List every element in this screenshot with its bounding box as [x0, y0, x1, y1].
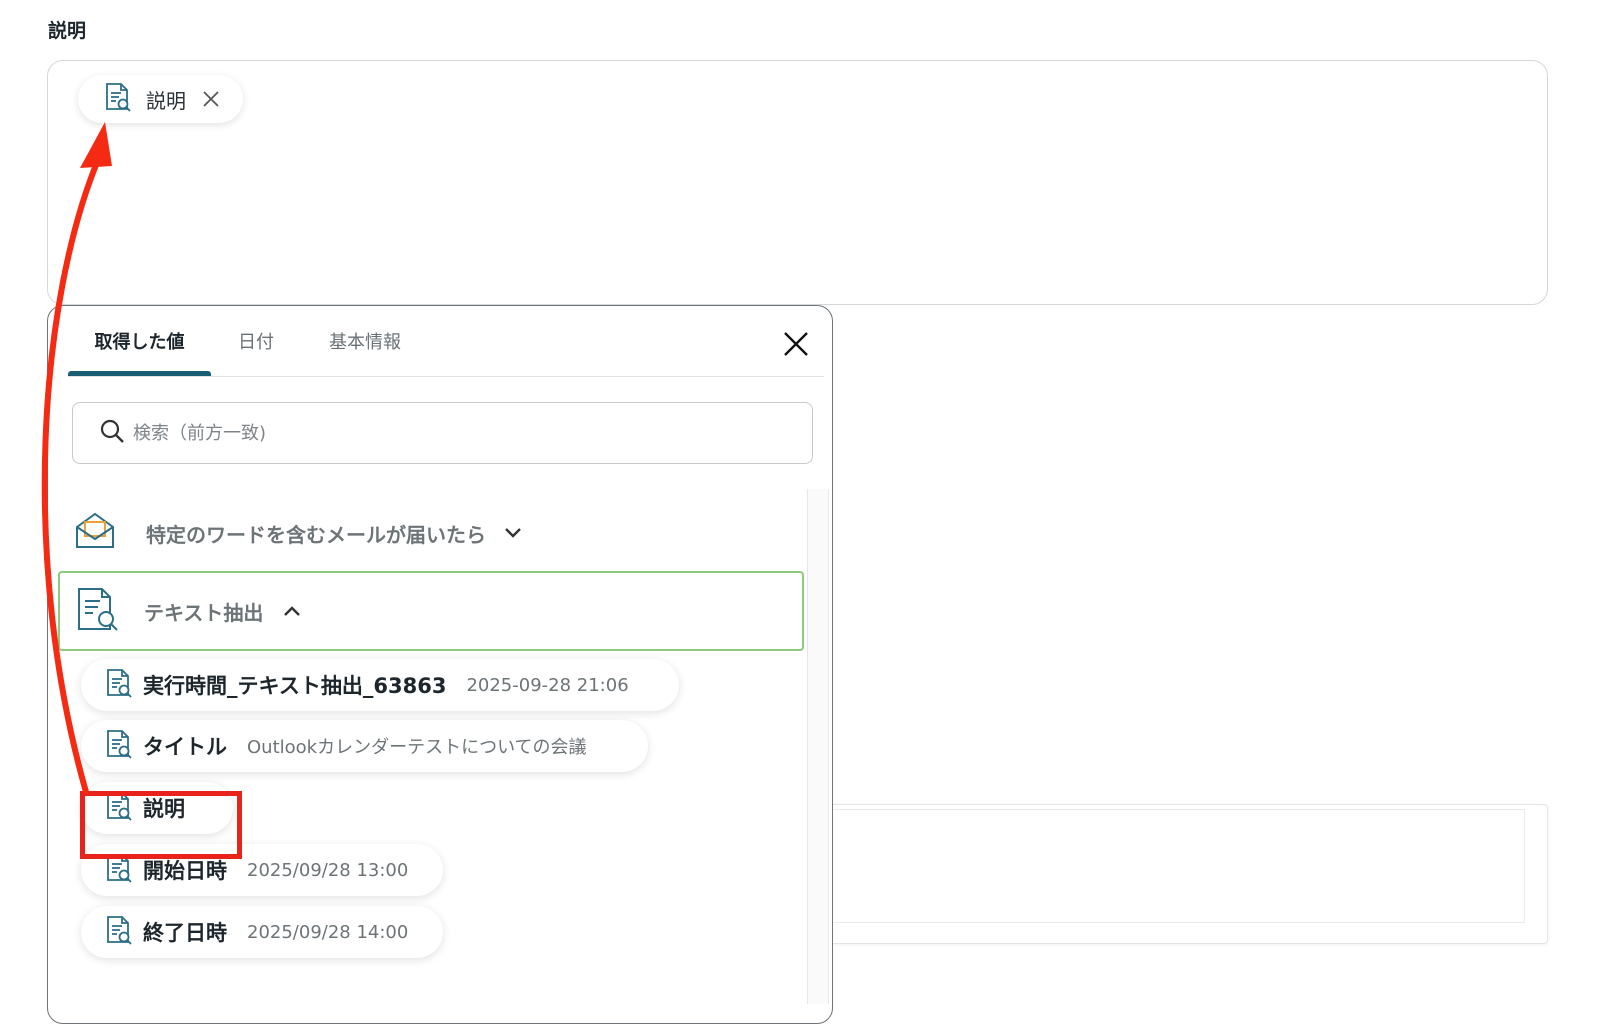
item-value: 2025/09/28 13:00	[247, 859, 409, 881]
tabs-divider	[68, 376, 824, 377]
group-mail-label: 特定のワードを含むメールが届いたら	[146, 522, 486, 547]
document-search-icon	[105, 853, 133, 887]
description-input-area[interactable]	[47, 60, 1548, 305]
document-search-icon	[105, 915, 133, 949]
item-name: 実行時間_テキスト抽出_63863	[143, 674, 447, 698]
group-text-extraction[interactable]: テキスト抽出	[58, 571, 804, 651]
scrollbar[interactable]	[807, 489, 829, 1004]
search-box[interactable]	[72, 402, 813, 464]
item-name: タイトル	[143, 735, 227, 759]
group-text-label: テキスト抽出	[144, 600, 264, 625]
item-value: Outlookカレンダーテストについての会議	[247, 737, 587, 758]
document-search-icon	[105, 668, 133, 702]
item-name: 説明	[143, 797, 185, 821]
list-item[interactable]: 開始日時 2025/09/28 13:00	[81, 844, 443, 896]
chevron-down-icon	[504, 524, 522, 543]
tab-acquired-values[interactable]: 取得した値	[68, 306, 211, 376]
document-search-icon	[104, 82, 132, 116]
tab-date[interactable]: 日付	[211, 306, 301, 376]
search-icon	[99, 418, 125, 448]
chip-label: 説明	[146, 88, 186, 113]
chip-remove-icon[interactable]	[200, 88, 222, 110]
description-field-label: 説明	[48, 20, 87, 42]
search-input[interactable]	[133, 422, 733, 444]
item-value: 2025/09/28 14:00	[247, 921, 409, 943]
close-icon[interactable]	[782, 330, 810, 358]
list-item[interactable]: タイトル Outlookカレンダーテストについての会議	[81, 720, 648, 772]
document-search-icon	[105, 791, 133, 825]
variable-picker-popup: 取得した値 日付 基本情報 特定のワードを含むメールが届いたら	[47, 305, 833, 1024]
tab-basic-info[interactable]: 基本情報	[301, 306, 429, 376]
document-search-icon	[76, 586, 120, 636]
group-mail-trigger[interactable]: 特定のワードを含むメールが届いたら	[74, 506, 522, 560]
background-input-inner	[791, 809, 1525, 923]
item-name: 開始日時	[143, 859, 227, 883]
list-item[interactable]: 説明	[81, 782, 233, 834]
picker-tabs: 取得した値 日付 基本情報	[68, 306, 832, 376]
item-value: 2025-09-28 21:06	[466, 674, 629, 696]
list-item[interactable]: 実行時間_テキスト抽出_63863 2025-09-28 21:06	[81, 659, 679, 711]
description-variable-chip[interactable]: 説明	[78, 75, 243, 123]
chevron-up-icon	[283, 602, 301, 621]
list-item[interactable]: 終了日時 2025/09/28 14:00	[81, 906, 443, 958]
document-search-icon	[105, 729, 133, 763]
background-input-field[interactable]	[780, 804, 1548, 944]
mail-icon	[74, 511, 116, 555]
item-name: 終了日時	[143, 921, 227, 945]
